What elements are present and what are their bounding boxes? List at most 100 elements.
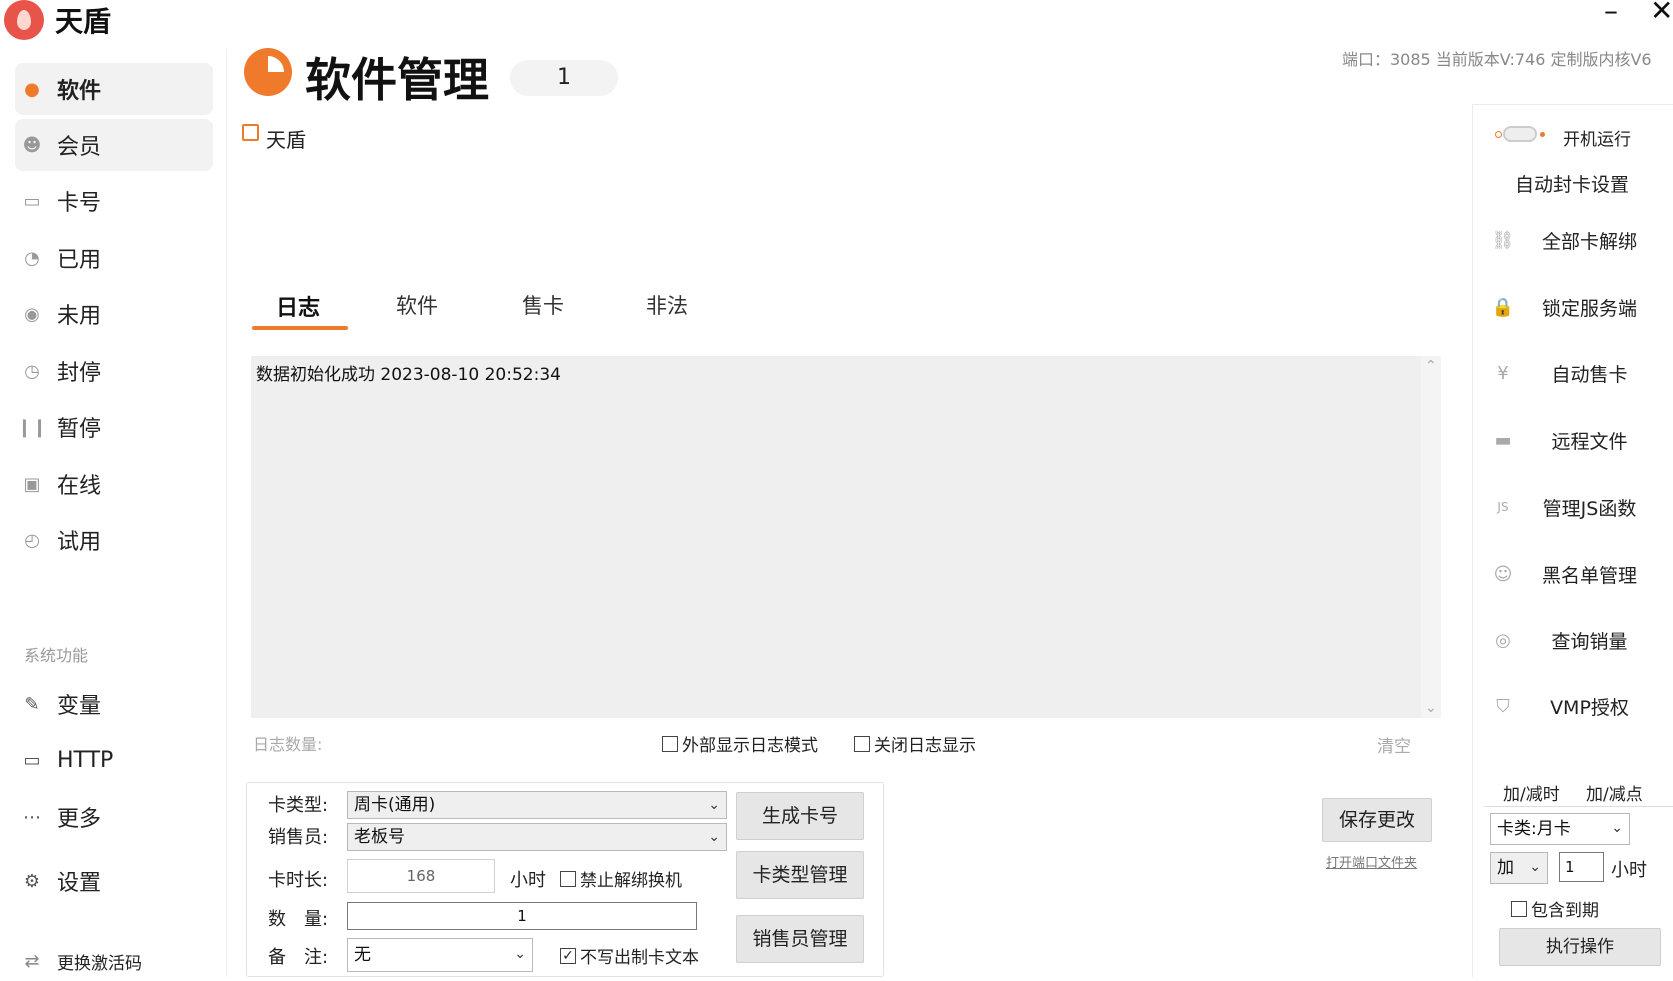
seller-select[interactable]: 老板号 ⌄ <box>347 823 727 851</box>
member-icon: ☻ <box>22 134 42 156</box>
note-value: 无 <box>354 945 371 965</box>
rp-op-select[interactable]: 加 ⌄ <box>1490 852 1548 884</box>
chevron-down-icon[interactable]: ⌄ <box>1425 700 1437 716</box>
log-textarea[interactable] <box>251 356 1441 718</box>
sidebar-item-label: 变量 <box>57 694 102 719</box>
chevron-up-icon[interactable]: ⌃ <box>1425 358 1437 374</box>
card-type-value: 周卡(通用) <box>354 795 436 815</box>
open-port-folder-link[interactable]: 打开端口文件夹 <box>1326 852 1417 871</box>
sidebar-item-pause[interactable]: ❙❙ 暂停 <box>15 401 213 453</box>
close-log-checkbox[interactable]: 关闭日志显示 <box>854 731 976 756</box>
blacklist-manage-button[interactable]: ☺ 黑名单管理 <box>1480 554 1673 594</box>
card-icon: ▭ <box>23 190 41 212</box>
query-sales-button[interactable]: ◎ 查询销量 <box>1480 620 1673 660</box>
sidebar-item-settings[interactable]: ⚙ 设置 <box>15 855 213 907</box>
checkbox-box[interactable] <box>1511 900 1527 917</box>
sidebar-item-http[interactable]: ▭ HTTP <box>15 734 213 786</box>
auto-ban-settings-button[interactable]: 自动封卡设置 <box>1515 170 1629 197</box>
tab-log[interactable]: 日志 <box>276 290 320 322</box>
duration-input[interactable]: 168 <box>347 859 495 893</box>
app-title: 天盾 <box>55 5 112 38</box>
unused-icon: ◉ <box>24 303 40 325</box>
sidebar-item-banned[interactable]: ◷ 封停 <box>15 345 213 397</box>
swap-icon: ⇄ <box>24 950 40 972</box>
banned-icon: ◷ <box>24 360 40 382</box>
card-type-manage-button[interactable]: 卡类型管理 <box>736 851 864 899</box>
startup-toggle[interactable] <box>1495 126 1545 142</box>
folder-icon: ▬ <box>1494 429 1512 451</box>
auto-sell-card-button[interactable]: ¥ 自动售卡 <box>1480 353 1673 393</box>
sidebar-item-label: 封停 <box>57 361 102 386</box>
chevron-down-icon: ⌄ <box>514 946 526 962</box>
sidebar-item-unused[interactable]: ◉ 未用 <box>15 288 213 340</box>
app-logo <box>4 0 44 40</box>
rp-amount-input[interactable]: 1 <box>1559 852 1604 882</box>
checkbox-box[interactable] <box>854 735 870 752</box>
lock-server-button[interactable]: 🔒 锁定服务端 <box>1480 287 1673 327</box>
remote-files-button[interactable]: ▬ 远程文件 <box>1480 420 1673 460</box>
clear-log-button[interactable]: 清空 <box>1377 732 1411 757</box>
tab-add-sub-time[interactable]: 加/减时 <box>1503 780 1560 805</box>
sidebar-item-software[interactable]: ● 软件 <box>15 63 213 115</box>
checkbox-box[interactable]: ✓ <box>560 947 576 964</box>
log-line: 数据初始化成功 2023-08-10 20:52:34 <box>256 365 561 385</box>
item-label: 查询销量 <box>1551 630 1628 653</box>
used-icon: ◔ <box>24 247 40 269</box>
sidebar-item-label: 卡号 <box>57 191 102 216</box>
generate-card-button[interactable]: 生成卡号 <box>736 792 864 840</box>
seller-manage-button[interactable]: 销售员管理 <box>736 915 864 963</box>
right-panel-border <box>1472 104 1473 977</box>
close-button[interactable]: ✕ <box>1650 0 1673 27</box>
software-icon: ● <box>24 78 40 100</box>
rp-amount-unit: 小时 <box>1611 860 1647 881</box>
tab-sell-card[interactable]: 售卡 <box>522 290 564 320</box>
item-label: 远程文件 <box>1551 430 1628 453</box>
chevron-down-icon: ⌄ <box>708 797 720 813</box>
yen-icon: ¥ <box>1497 362 1509 384</box>
rp-op-value: 加 <box>1497 858 1514 878</box>
item-label: 全部卡解绑 <box>1541 230 1637 253</box>
rp-card-type-value: 卡类:月卡 <box>1497 819 1571 839</box>
rp-card-type-select[interactable]: 卡类:月卡 ⌄ <box>1490 813 1630 845</box>
quantity-input[interactable]: 1 <box>347 902 697 930</box>
checkbox-box[interactable] <box>560 870 576 887</box>
note-select[interactable]: 无 ⌄ <box>347 938 533 972</box>
manage-js-functions-button[interactable]: JS 管理JS函数 <box>1480 487 1673 527</box>
duration-unit: 小时 <box>510 870 546 891</box>
tab-underline <box>252 326 348 330</box>
tab-software[interactable]: 软件 <box>396 290 438 320</box>
sidebar-item-label: 设置 <box>57 871 102 896</box>
tab-illegal[interactable]: 非法 <box>646 290 688 320</box>
checkbox-box[interactable] <box>662 735 678 752</box>
sidebar-item-variables[interactable]: ✎ 变量 <box>15 678 213 730</box>
page-title-icon <box>244 48 292 96</box>
js-icon: JS <box>1497 500 1509 514</box>
minimize-button[interactable]: – <box>1604 0 1618 27</box>
version-info: 端口：3085 当前版本V:746 定制版内核V6 <box>1342 50 1652 69</box>
sidebar-section-label: 系统功能 <box>24 646 89 665</box>
sidebar-item-used[interactable]: ◔ 已用 <box>15 232 213 284</box>
seller-value: 老板号 <box>354 827 405 847</box>
vmp-auth-button[interactable]: ⛉ VMP授权 <box>1480 686 1673 726</box>
shield-icon: ⛉ <box>1496 695 1510 717</box>
save-changes-button[interactable]: 保存更改 <box>1322 798 1432 842</box>
sidebar-item-label: 试用 <box>57 530 102 555</box>
change-activation-link[interactable]: ⇄ 更换激活码 <box>15 941 213 981</box>
no-write-card-text-checkbox[interactable]: ✓ 不写出制卡文本 <box>560 943 699 968</box>
sidebar-item-more[interactable]: ⋯ 更多 <box>15 791 213 843</box>
card-type-select[interactable]: 周卡(通用) ⌄ <box>347 791 727 819</box>
user-block-icon: ☺ <box>1493 563 1513 585</box>
execute-operation-button[interactable]: 执行操作 <box>1499 928 1661 966</box>
unlink-icon: ⛓ <box>1491 229 1515 251</box>
sidebar-item-online[interactable]: ▣ 在线 <box>15 458 213 510</box>
sidebar-item-member[interactable]: ☻ 会员 <box>15 119 213 171</box>
external-log-mode-checkbox[interactable]: 外部显示日志模式 <box>662 731 818 756</box>
more-icon: ⋯ <box>23 806 41 828</box>
sidebar-item-trial[interactable]: ◴ 试用 <box>15 514 213 566</box>
forbid-unbind-checkbox[interactable]: 禁止解绑换机 <box>560 866 682 891</box>
unbind-all-cards-button[interactable]: ⛓ 全部卡解绑 <box>1480 220 1673 260</box>
tab-add-sub-points[interactable]: 加/减点 <box>1586 780 1643 805</box>
sidebar-item-card[interactable]: ▭ 卡号 <box>15 175 213 227</box>
include-expired-checkbox[interactable]: 包含到期 <box>1511 896 1599 921</box>
log-scrollbar[interactable]: ⌃ ⌄ <box>1421 356 1441 718</box>
